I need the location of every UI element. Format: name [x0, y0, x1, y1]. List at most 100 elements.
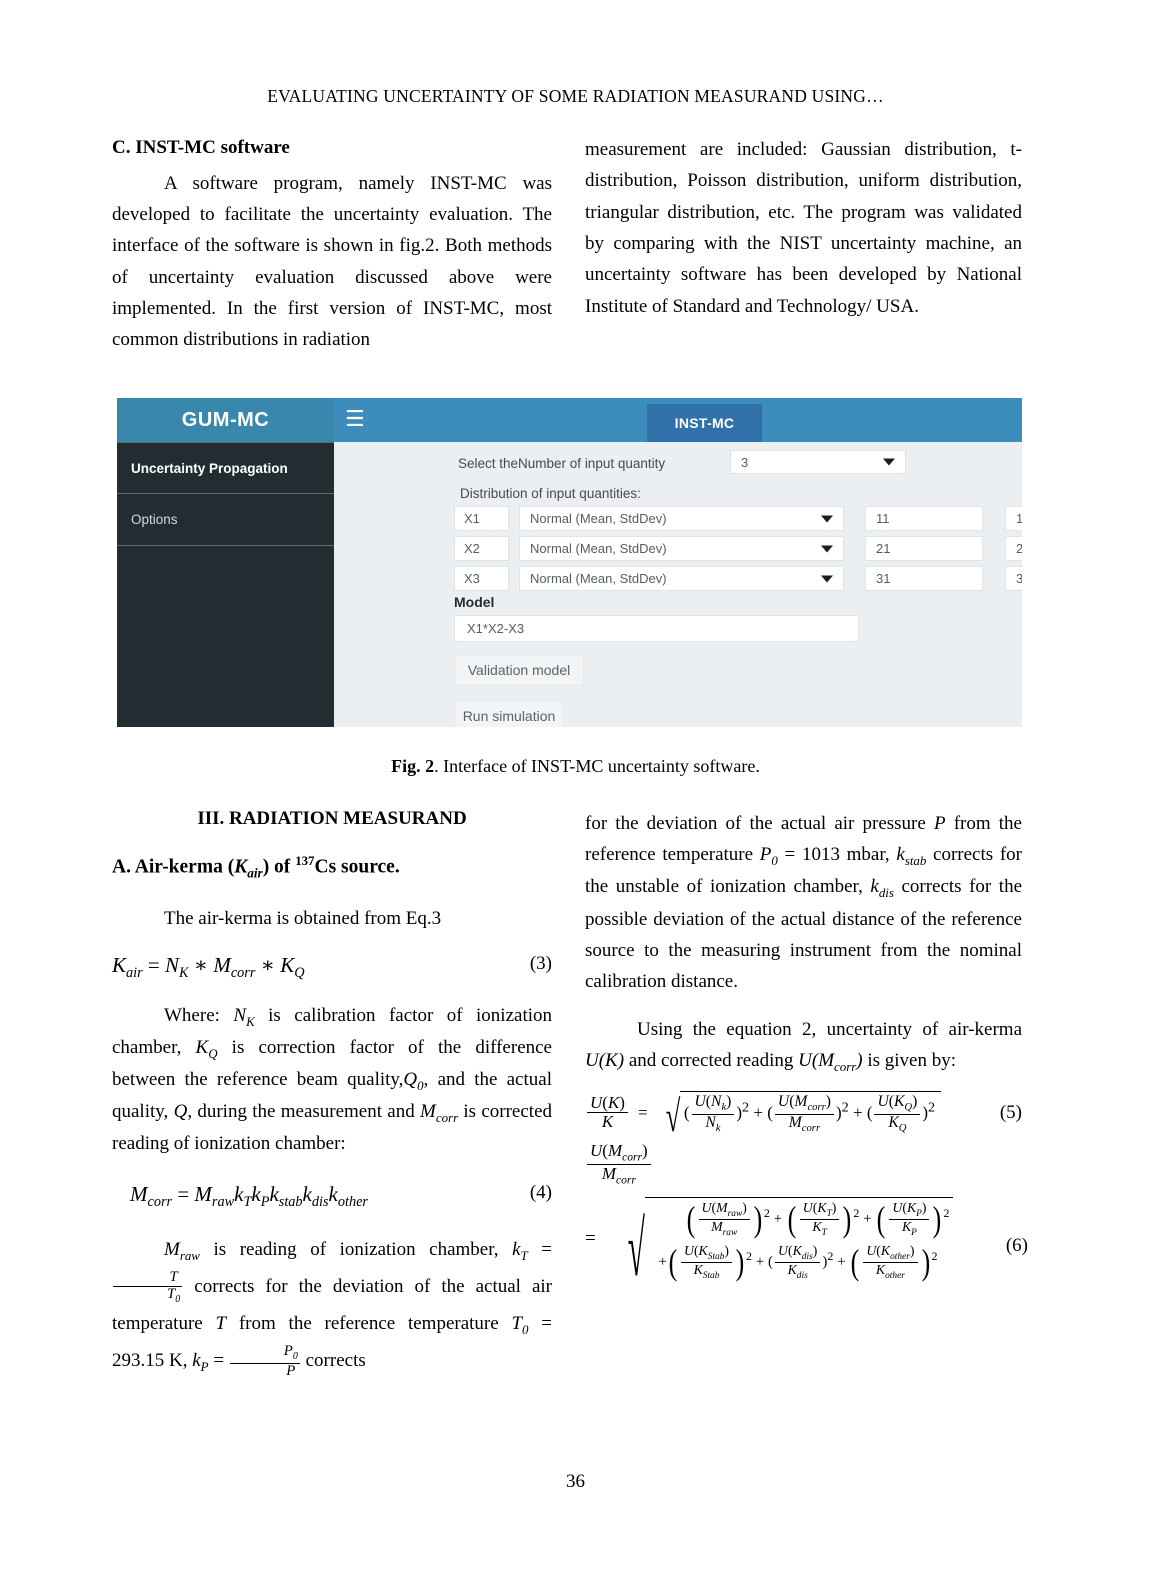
mraw-M-sub: raw [179, 1247, 200, 1263]
x1-mean-value: 11 [876, 511, 890, 526]
rc-6g: is given by: [862, 1049, 957, 1071]
eq6-t4-sup: 2 [746, 1248, 753, 1263]
rc-kdis-sub: dis [878, 885, 894, 901]
stddev-input-x3[interactable]: 32 [1005, 566, 1022, 591]
hamburger-icon[interactable]: ☰ [345, 408, 365, 432]
rc-1: for the deviation of the actual air pres… [585, 813, 934, 834]
left-column-top-paragraph: A software program, namely INST-MC was d… [112, 172, 552, 351]
eq6-t2-sup: 2 [853, 1205, 860, 1220]
eq5-t3-Kd-sub: Q [898, 1122, 907, 1134]
sidebar-item-label: Options [131, 512, 178, 527]
eq6-term-kdis: U(Kdis) Kdis [775, 1242, 821, 1281]
eq5-equals: = [637, 1102, 648, 1122]
tab-inst-mc[interactable]: INST-MC [647, 404, 762, 442]
eq4-kdis: k [302, 1181, 312, 1206]
eq5-t1-Nd-sub: k [715, 1122, 721, 1134]
eq4-kstab-sub: stab [278, 1193, 303, 1210]
where-Q0: Q [403, 1069, 418, 1091]
eq6-t4-Kd: K [693, 1261, 703, 1277]
eq5-t1-sup: 2 [742, 1099, 750, 1116]
eq6-t6-K: K [880, 1242, 891, 1258]
input-count-value: 3 [741, 454, 749, 470]
where-5: , during the measurement and [187, 1101, 421, 1123]
frac-P0-num: P [283, 1343, 293, 1360]
eq4-equals: = [177, 1181, 190, 1206]
eq4-kdis-sub: dis [311, 1193, 329, 1210]
sidebar-item-options[interactable]: Options [117, 494, 334, 546]
section-heading-iii: III. RADIATION MEASURAND [197, 808, 467, 829]
distribution-select-x3[interactable]: Normal (Mean, StdDev) [519, 566, 844, 591]
eq5-t2-Md-sub: corr [801, 1122, 821, 1134]
mraw-kT-sub: T [520, 1247, 528, 1263]
eq6-t6-Kd-sub: other [885, 1270, 905, 1281]
eq3-N: N [165, 952, 180, 977]
stddev-input-x1[interactable]: 12 [1005, 506, 1022, 531]
eq4-kstab: k [269, 1181, 279, 1206]
eq5-K2: K [587, 1112, 628, 1131]
eq5-t2-M: M [794, 1093, 808, 1111]
input-count-select[interactable]: 3 [730, 450, 906, 474]
eq6-t1-sup: 2 [763, 1205, 770, 1220]
eq6-plus3: + [658, 1253, 667, 1270]
eq6-M1-sub: corr [622, 1150, 643, 1164]
eq4-M: M [130, 1181, 148, 1206]
sidebar-item-uncertainty-propagation[interactable]: Uncertainty Propagation [117, 442, 334, 494]
eq5-t2-M-sub: corr [807, 1102, 826, 1114]
eq6-term-kt: U(KT) KT [799, 1200, 840, 1238]
where-Mcorr: M [420, 1101, 436, 1123]
stddev-input-x2[interactable]: 22 [1005, 536, 1022, 561]
eq5-t2-sup: 2 [841, 1099, 849, 1116]
eq5-t3-sup: 2 [928, 1099, 936, 1116]
x3-name: X3 [464, 571, 480, 586]
running-head: EVALUATING UNCERTAINTY OF SOME RADIATION… [267, 86, 884, 106]
row-label-x1: X1 [454, 506, 509, 531]
eq6-t5-K: K [792, 1242, 802, 1258]
eq6-M1: M [607, 1141, 623, 1161]
equation-4-number: (4) [529, 1181, 552, 1203]
eq6-t4-U: U [683, 1242, 694, 1258]
eq6-row-1: (U(Mraw) Mraw) 2 + (U(KT) KT) 2 + (U(KP) KP) 2 [647, 1199, 949, 1240]
run-simulation-button[interactable]: Run simulation [454, 700, 564, 727]
mean-input-x3[interactable]: 31 [865, 566, 983, 591]
mean-input-x1[interactable]: 11 [865, 506, 983, 531]
distribution-select-x2[interactable]: Normal (Mean, StdDev) [519, 536, 844, 561]
equation-3-number: (3) [529, 952, 552, 974]
where-Q: Q [173, 1101, 188, 1123]
where-Mcorr-sub: corr [435, 1110, 459, 1126]
eq5-plus2: + [852, 1103, 863, 1123]
row-label-x2: X2 [454, 536, 509, 561]
paren-open-icon: ( [850, 1242, 860, 1283]
left-column-bottom: III. RADIATION MEASURAND A. Air-kerma (K… [112, 808, 552, 1379]
rc-kstab: k [896, 844, 905, 866]
eq6-t2-K-sub: T [826, 1208, 832, 1219]
paren-open-icon: ( [787, 1199, 797, 1240]
app-brand-title: GUM-MC [117, 398, 334, 442]
x3-mean-value: 31 [876, 571, 891, 586]
eq5-t2-Md: M [788, 1113, 802, 1131]
eq6-t6-K-sub: other [890, 1251, 910, 1262]
distribution-select-x1[interactable]: Normal (Mean, StdDev) [519, 506, 844, 531]
x2-mean-value: 21 [876, 541, 891, 556]
validation-model-button[interactable]: Validation model [454, 654, 584, 686]
rc-6c: and corrected reading [624, 1049, 799, 1071]
model-input[interactable]: X1*X2-X3 [454, 615, 859, 642]
radical-icon: √ [665, 1091, 680, 1141]
eq6-t2-Kd-sub: T [821, 1227, 827, 1238]
equation-5: U(K) K = √ (U(Nk) Nk)2 + (U(Mcorr) Mcorr)2… [585, 1091, 1022, 1141]
eq6-t1-Md: M [711, 1218, 723, 1234]
paren-open-icon: ( [668, 1242, 678, 1283]
frac-P0-num-sub: 0 [292, 1351, 298, 1363]
eq3-KQ: K [280, 952, 295, 977]
mean-input-x2[interactable]: 21 [865, 536, 983, 561]
app-content-panel: Select theNumber of input quantity 3 Dis… [334, 442, 1022, 727]
paren-close-icon: ) [933, 1199, 942, 1240]
eq6-t6-U: U [866, 1242, 877, 1258]
chevron-down-icon [821, 515, 833, 522]
app-sidebar: Uncertainty Propagation Options [117, 442, 334, 727]
chevron-down-icon [821, 545, 833, 552]
eq6-t1-M-sub: raw [727, 1208, 743, 1219]
eq6-t5-Kd: K [787, 1261, 797, 1277]
figure-caption-text: . Interface of INST-MC uncertainty softw… [434, 756, 760, 776]
equation-6: U(Mcorr) Mcorr = √ (U(Mraw) Mraw) 2 + (U(K… [585, 1141, 1028, 1288]
frac-P-den: P [229, 1362, 300, 1380]
